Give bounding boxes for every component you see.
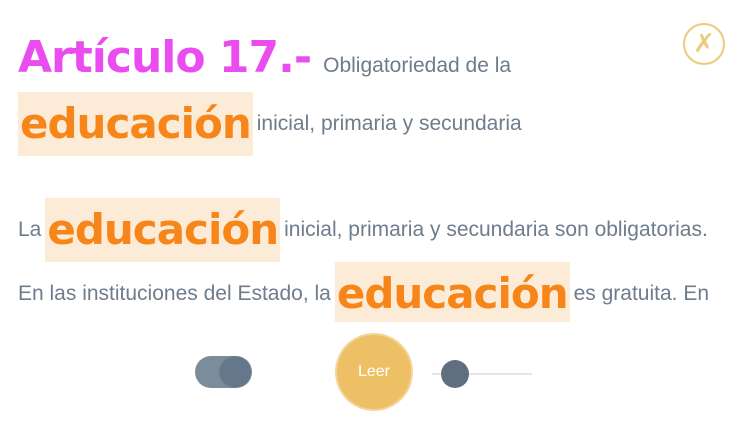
auto-read-toggle[interactable] xyxy=(195,356,252,388)
highlighted-word: educación xyxy=(334,262,570,326)
highlighted-word: educación xyxy=(45,198,281,262)
body-line-2-prefix: En las instituciones del Estado, la xyxy=(18,282,331,305)
slider-thumb[interactable] xyxy=(441,360,469,388)
body-line-1-text: inicial, primaria y secundaria son oblig… xyxy=(284,218,708,241)
close-icon: ✗ xyxy=(693,29,715,59)
speed-slider[interactable] xyxy=(432,360,532,388)
heading-continuation-text: inicial, primaria y secundaria xyxy=(256,112,522,135)
article-heading: Artículo 17.- Obligatoriedad de la xyxy=(18,32,511,83)
read-button[interactable]: Leer xyxy=(335,333,413,411)
heading-continuation-line: educación inicial, primaria y secundaria xyxy=(18,92,522,156)
article-heading-text: Obligatoriedad de la xyxy=(323,54,512,77)
highlighted-word: educación xyxy=(18,92,253,156)
body-line-1-prefix: La xyxy=(18,218,42,241)
body-line-2: En las instituciones del Estado, la educ… xyxy=(18,262,709,326)
body-line-2-text: es gratuita. En xyxy=(573,282,710,305)
body-line-1: La educación inicial, primaria y secunda… xyxy=(18,198,708,262)
article-number: Artículo 17.- xyxy=(18,32,312,83)
toggle-knob xyxy=(221,357,251,387)
close-button[interactable]: ✗ xyxy=(683,23,725,65)
